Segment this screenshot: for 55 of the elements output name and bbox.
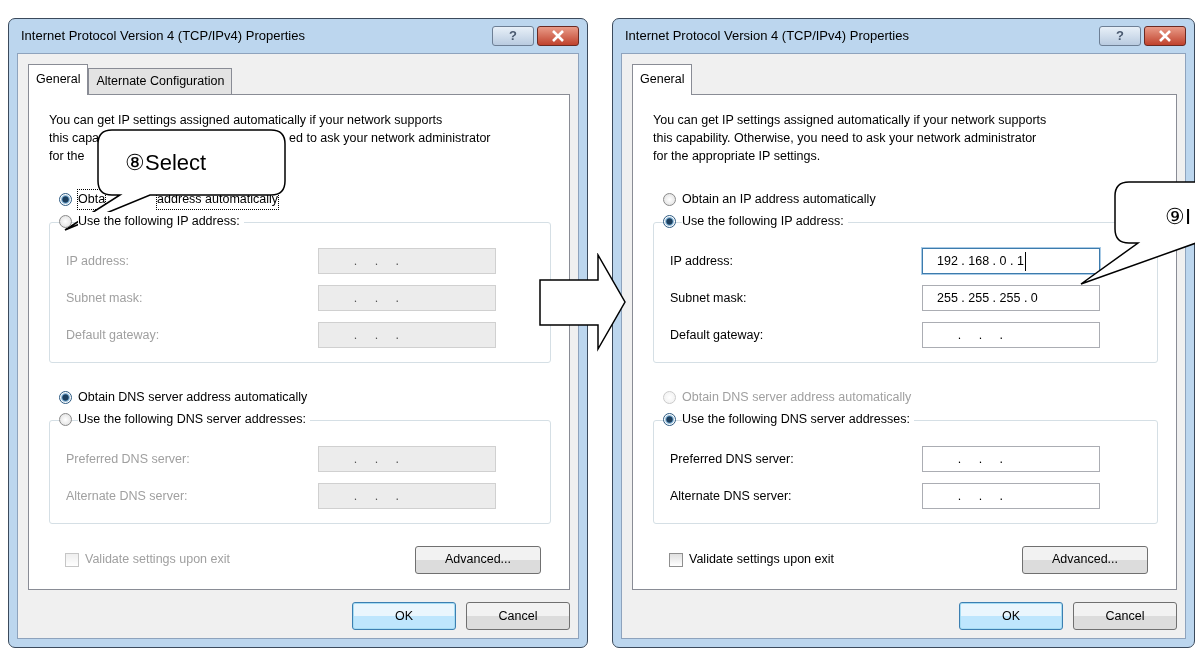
- tab[interactable]: General: [28, 64, 89, 95]
- description-text: for the appropriate IP settings.: [653, 147, 821, 165]
- callout-text: ⑧Select: [125, 149, 207, 177]
- close-icon: [1158, 30, 1172, 42]
- radio-button[interactable]: [59, 193, 72, 207]
- ip-address-field[interactable]: 192 . 168 . 0 . 1: [922, 248, 1100, 275]
- radio-button[interactable]: [663, 193, 676, 207]
- ip-address-field[interactable]: . . .: [922, 483, 1100, 510]
- radio-label: Obtain DNS server address automatically: [682, 389, 912, 407]
- close-icon: [551, 30, 565, 42]
- radio-button[interactable]: [59, 391, 72, 405]
- field-label: Alternate DNS server:: [66, 487, 189, 505]
- help-button[interactable]: ?: [1099, 26, 1141, 46]
- field-label: Alternate DNS server:: [670, 487, 793, 505]
- checkbox[interactable]: [669, 552, 683, 567]
- radio-button[interactable]: [663, 215, 676, 229]
- field-label: Subnet mask:: [66, 289, 144, 307]
- description-text: for the: [49, 147, 85, 165]
- radio-button[interactable]: [59, 215, 72, 229]
- dialog-button[interactable]: Cancel: [466, 602, 570, 630]
- field-label: Preferred DNS server:: [670, 450, 795, 468]
- radio-button[interactable]: [663, 413, 676, 427]
- checkbox-label: Validate settings upon exit: [85, 551, 230, 569]
- callout-text: ⑨I: [1165, 203, 1192, 231]
- field-label: Subnet mask:: [670, 289, 748, 307]
- ip-address-field[interactable]: 255 . 255 . 255 . 0: [922, 285, 1100, 312]
- description-text: ed to ask your network administrator: [289, 129, 491, 147]
- advanced-button[interactable]: Advanced...: [415, 545, 541, 574]
- description-text: this capability. Otherwise, you need to ask your network administrator: [653, 129, 1037, 147]
- radio-label: Obta: [78, 190, 106, 210]
- help-button[interactable]: ?: [492, 26, 534, 46]
- checkbox-label: Validate settings upon exit: [689, 551, 834, 569]
- field-label: Preferred DNS server:: [66, 450, 191, 468]
- radio-label: Obtain DNS server address automatically: [78, 389, 308, 407]
- field-label: Default gateway:: [670, 326, 765, 344]
- description-text: You can get IP settings assigned automatically if your network supports: [653, 111, 1047, 129]
- dialog-button[interactable]: Cancel: [1073, 602, 1177, 630]
- advanced-button[interactable]: Advanced...: [1022, 545, 1148, 574]
- close-button[interactable]: [1144, 26, 1186, 46]
- radio-button[interactable]: [59, 413, 72, 427]
- description-text: You can get IP settings assigned automatically if your network supports: [49, 111, 443, 129]
- window-title: Internet Protocol Version 4 (TCP/IPv4) Properties: [625, 27, 909, 46]
- field-label: Default gateway:: [66, 326, 161, 344]
- tab[interactable]: General: [632, 64, 693, 95]
- description-text: this capa: [49, 129, 100, 147]
- field-label: IP address:: [66, 252, 130, 270]
- close-button[interactable]: [537, 26, 579, 46]
- dialog-button[interactable]: OK: [352, 602, 456, 630]
- radio-label: Obtain an IP address automatically: [682, 191, 876, 209]
- dialog-button[interactable]: OK: [959, 602, 1063, 630]
- ip-address-field[interactable]: . . .: [922, 322, 1100, 349]
- field-label: IP address:: [670, 252, 734, 270]
- window-title: Internet Protocol Version 4 (TCP/IPv4) Properties: [21, 27, 305, 46]
- tab[interactable]: Alternate Configuration: [88, 68, 233, 94]
- ip-address-field[interactable]: . . .: [922, 446, 1100, 473]
